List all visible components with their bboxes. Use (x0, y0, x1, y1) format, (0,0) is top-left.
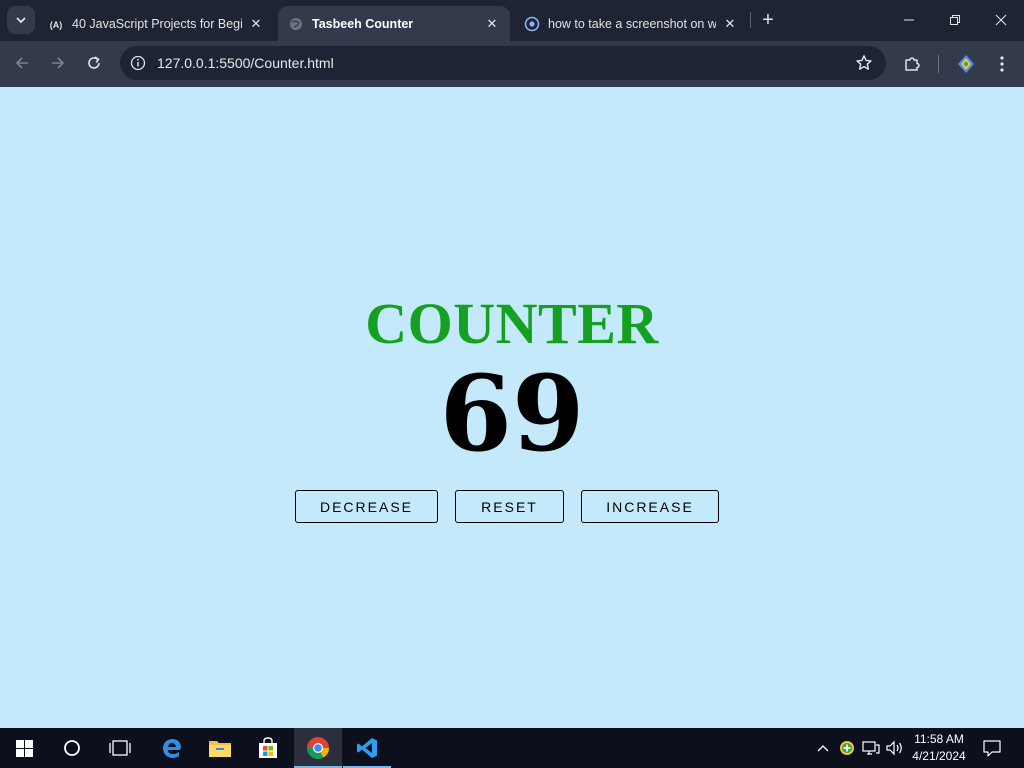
plus-icon: + (762, 8, 774, 31)
angular-icon: (A) (48, 16, 64, 32)
search-circle-icon (64, 740, 80, 756)
tab-strip: (A) 40 JavaScript Projects for Begi ✕ Ta… (0, 0, 1024, 41)
profile-avatar-icon (958, 55, 974, 73)
increase-button[interactable]: INCREASE (581, 490, 719, 523)
chevron-up-icon (817, 745, 829, 752)
tab-title: 40 JavaScript Projects for Begi (72, 16, 242, 31)
more-vertical-icon (1000, 56, 1004, 72)
taskbar-clock[interactable]: 11:58 AM 4/21/2024 (906, 731, 972, 765)
close-icon[interactable]: ✕ (248, 16, 264, 32)
taskbar-store[interactable] (244, 728, 292, 768)
close-icon (995, 14, 1007, 26)
tab-tasbeeh-counter[interactable]: Tasbeeh Counter ✕ (278, 6, 510, 41)
tray-plus-icon (840, 741, 854, 755)
chrome-icon (307, 737, 329, 759)
puzzle-icon (905, 57, 920, 71)
notifications-button[interactable] (978, 728, 1006, 768)
tab-javascript-projects[interactable]: (A) 40 JavaScript Projects for Begi ✕ (38, 6, 274, 41)
tab-search-button[interactable] (7, 6, 35, 34)
page-content: COUNTER 69 DECREASE RESET INCREASE (0, 87, 1024, 728)
reset-button[interactable]: RESET (455, 490, 564, 523)
forward-button[interactable] (44, 49, 72, 77)
toolbar-divider (938, 55, 939, 73)
browser-menu-button[interactable] (990, 52, 1014, 76)
network-icon (862, 741, 880, 755)
minimize-button[interactable] (886, 0, 932, 40)
tab-title: how to take a screenshot on w (548, 16, 716, 31)
back-button[interactable] (8, 49, 36, 77)
url-text: 127.0.0.1:5500/Counter.html (157, 55, 334, 71)
arrow-right-icon (52, 57, 65, 69)
volume-button[interactable] (884, 728, 906, 768)
chrome-search-icon (524, 16, 540, 32)
show-hidden-icons-button[interactable] (812, 728, 834, 768)
restore-button[interactable] (932, 0, 978, 40)
clock-time: 11:58 AM (914, 732, 964, 746)
taskbar-edge[interactable] (148, 728, 196, 768)
network-button[interactable] (860, 728, 882, 768)
notification-icon (983, 740, 1001, 757)
close-icon[interactable]: ✕ (484, 16, 500, 32)
extensions-button[interactable] (900, 52, 924, 76)
tray-app-icon[interactable] (836, 728, 858, 768)
minimize-icon (904, 19, 914, 21)
close-window-button[interactable] (978, 0, 1024, 40)
store-bag-icon (259, 737, 277, 758)
tab-divider (750, 12, 751, 28)
browser-toolbar: 127.0.0.1:5500/Counter.html (0, 41, 1024, 87)
vscode-icon (357, 738, 377, 758)
arrow-left-icon (15, 57, 28, 69)
tab-title: Tasbeeh Counter (312, 16, 414, 31)
reload-icon (88, 56, 100, 69)
search-button[interactable] (48, 728, 96, 768)
new-tab-button[interactable]: + (756, 8, 780, 32)
site-info-icon[interactable] (128, 53, 148, 73)
profile-button[interactable] (954, 52, 978, 76)
taskbar-chrome[interactable] (294, 728, 342, 768)
tab-screenshot-search[interactable]: how to take a screenshot on w ✕ (514, 6, 748, 41)
globe-icon (288, 16, 304, 32)
start-button[interactable] (0, 728, 48, 768)
close-icon[interactable]: ✕ (722, 16, 738, 32)
page-title: COUNTER (365, 291, 659, 356)
counter-value: 69 (439, 352, 585, 475)
restore-icon (950, 15, 960, 25)
reload-button[interactable] (80, 49, 108, 77)
speaker-icon (886, 740, 902, 756)
windows-taskbar: 11:58 AM 4/21/2024 (0, 728, 1024, 768)
address-bar[interactable]: 127.0.0.1:5500/Counter.html (120, 46, 886, 80)
folder-icon (209, 741, 231, 757)
chevron-down-icon (16, 17, 26, 24)
decrease-button[interactable]: DECREASE (295, 490, 438, 523)
svg-text:(A): (A) (50, 20, 63, 30)
taskbar-file-explorer[interactable] (196, 728, 244, 768)
clock-date: 4/21/2024 (912, 749, 966, 763)
windows-logo-icon (15, 739, 33, 757)
task-view-button[interactable] (96, 728, 144, 768)
taskbar-vscode[interactable] (343, 728, 391, 768)
bookmark-star-icon[interactable] (854, 53, 874, 73)
task-view-icon (109, 740, 131, 756)
edge-icon (163, 739, 181, 758)
